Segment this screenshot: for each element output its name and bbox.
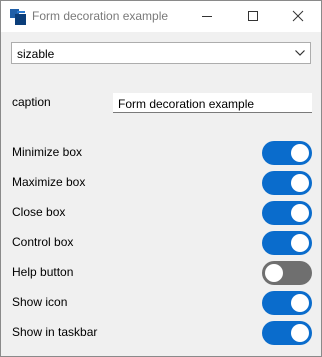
maximize-icon bbox=[248, 11, 258, 21]
close-box-label: Close box bbox=[12, 205, 66, 219]
caption-label: caption bbox=[12, 95, 51, 109]
app-icon bbox=[10, 9, 26, 25]
show-in-taskbar-toggle[interactable] bbox=[262, 321, 312, 345]
minimize-box-toggle[interactable] bbox=[262, 141, 312, 165]
toggle-knob bbox=[291, 144, 309, 162]
close-icon bbox=[292, 10, 304, 22]
maximize-box-toggle[interactable] bbox=[262, 171, 312, 195]
close-button[interactable] bbox=[275, 1, 321, 32]
form-window: Form decoration example sizable caption … bbox=[0, 0, 322, 357]
minimize-box-label: Minimize box bbox=[12, 145, 83, 159]
chevron-down-icon bbox=[295, 50, 305, 56]
toggle-knob bbox=[291, 174, 309, 192]
minimize-icon bbox=[202, 16, 212, 17]
toggle-knob bbox=[265, 264, 283, 282]
help-button-label: Help button bbox=[12, 265, 74, 279]
toggle-knob bbox=[291, 324, 309, 342]
minimize-button[interactable] bbox=[184, 1, 230, 32]
border-style-dropdown[interactable]: sizable bbox=[11, 42, 311, 64]
caption-input[interactable] bbox=[113, 93, 312, 113]
show-icon-toggle[interactable] bbox=[262, 291, 312, 315]
close-box-toggle[interactable] bbox=[262, 201, 312, 225]
maximize-button[interactable] bbox=[230, 1, 276, 32]
window-title: Form decoration example bbox=[32, 9, 169, 23]
help-button-toggle[interactable] bbox=[262, 261, 312, 285]
show-in-taskbar-label: Show in taskbar bbox=[12, 325, 98, 339]
control-box-label: Control box bbox=[12, 235, 74, 249]
border-style-value: sizable bbox=[17, 47, 55, 61]
title-bar[interactable]: Form decoration example bbox=[1, 1, 321, 32]
show-icon-label: Show icon bbox=[12, 295, 68, 309]
maximize-box-label: Maximize box bbox=[12, 175, 86, 189]
toggle-knob bbox=[291, 294, 309, 312]
toggle-knob bbox=[291, 234, 309, 252]
control-box-toggle[interactable] bbox=[262, 231, 312, 255]
toggle-knob bbox=[291, 204, 309, 222]
